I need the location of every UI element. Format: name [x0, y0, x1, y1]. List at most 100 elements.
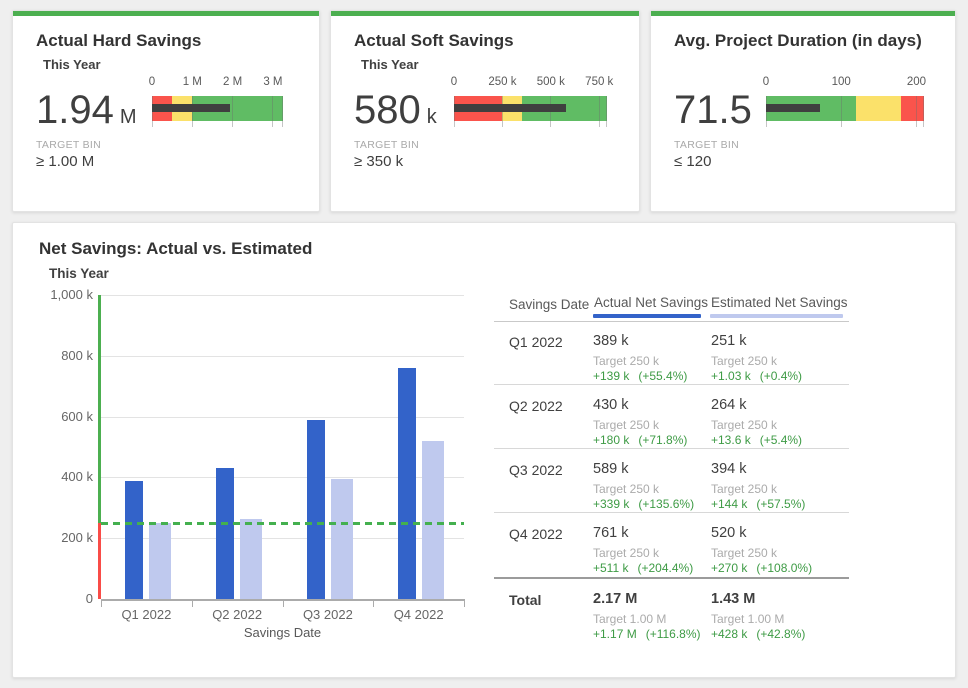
bullet-axis-labels: 0 100 200 [766, 76, 924, 90]
delta-percent: (+135.6%) [638, 497, 694, 511]
bullet-axis-tick-label: 2 M [223, 76, 242, 88]
y-axis-above-target-segment [98, 295, 101, 523]
value: 1.43 M [711, 591, 755, 607]
kpi-value-suffix: k [427, 106, 437, 129]
value: 394 k [711, 461, 746, 477]
kpi-card-subtitle: This Year [361, 57, 419, 72]
actual-cell: 430 kTarget 250 k+180 k(+71.8%) [593, 385, 711, 449]
bullet-axis-tick-label: 0 [763, 76, 769, 88]
value: 589 k [593, 461, 628, 477]
bullet-measure-bar [454, 104, 566, 112]
value: 389 k [593, 333, 628, 349]
x-axis-tick [283, 599, 284, 607]
actual-cell: 589 k Target 250 k+339 k(+135.6%) [593, 449, 711, 513]
delta-percent: (+55.4%) [638, 369, 687, 383]
kpi-value-number: 71.5 [674, 87, 752, 133]
bar-estimated-q3-2022[interactable] [331, 479, 353, 599]
y-axis-label: 0 [23, 591, 93, 606]
row-label: Q4 2022 [509, 526, 563, 542]
bullet-segment-yellow [856, 96, 901, 121]
bar-actual-q4-2022[interactable] [398, 368, 416, 599]
x-axis-category-label: Q2 2022 [192, 607, 282, 622]
target-bin-label: TARGET BIN [354, 139, 419, 151]
delta-percent: (+116.8%) [646, 627, 701, 641]
kpi-card-actual-soft-savings[interactable]: Actual Soft Savings This Year 580 k 0250… [330, 10, 640, 212]
kpi-value: 71.5 [674, 87, 758, 133]
bullet-axis-tick-label: 750 k [585, 76, 613, 88]
column-header-estimated-net-savings[interactable]: Estimated Net Savings [711, 295, 848, 310]
bullet-measure-bar [152, 104, 230, 112]
target-bin-value: ≥ 1.00 M [36, 153, 94, 170]
column-header-savings-date[interactable]: Savings Date [509, 297, 589, 312]
kpi-value-suffix: M [120, 106, 137, 129]
kpi-value-number: 1.94 [36, 87, 114, 133]
target-text: Target 1.00 M [711, 612, 784, 626]
bullet-tick [599, 96, 600, 127]
delta-amount: +270 k [711, 561, 747, 575]
table-row-q2-2022[interactable]: Q2 2022 430 kTarget 250 k+180 k(+71.8%)26… [494, 385, 849, 449]
delta-percent: (+108.0%) [756, 561, 812, 575]
value: 251 k [711, 333, 746, 349]
kpi-card-actual-hard-savings[interactable]: Actual Hard Savings This Year 1.94 M 01 … [12, 10, 320, 212]
target-text: Target 250 k [593, 418, 659, 432]
row-label: Q3 2022 [509, 462, 563, 478]
kpi-card-avg-project-duration[interactable]: Avg. Project Duration (in days) 71.5 010… [650, 10, 956, 212]
bullet-chart: 0 100 200 [766, 76, 924, 134]
bullet-axis-tick-label: 0 [149, 76, 155, 88]
bar-estimated-q1-2022[interactable] [149, 523, 171, 599]
target-text: Target 250 k [593, 482, 659, 496]
bullet-measure-bar [766, 104, 820, 112]
delta-amount: +13.6 k [711, 433, 751, 447]
delta-text: +1.03 k(+0.4%) [711, 369, 802, 383]
delta-text: +511 k(+204.4%) [593, 561, 693, 575]
bar-actual-q3-2022[interactable] [307, 420, 325, 599]
target-bin-label: TARGET BIN [674, 139, 739, 151]
value: 761 k [593, 525, 628, 541]
bar-estimated-q4-2022[interactable] [422, 441, 444, 599]
target-text: Target 250 k [711, 354, 777, 368]
delta-amount: +428 k [711, 627, 747, 641]
target-line [101, 522, 464, 525]
bar-actual-q2-2022[interactable] [216, 468, 234, 599]
delta-percent: (+42.8%) [756, 627, 805, 641]
value: 520 k [711, 525, 746, 541]
table-row-q3-2022[interactable]: Q3 2022 589 k Target 250 k+339 k(+135.6%) 3… [494, 449, 849, 513]
column-header-actual-net-savings[interactable]: Actual Net Savings [594, 295, 708, 310]
delta-percent: (+57.5%) [756, 497, 805, 511]
x-axis-tick [464, 599, 465, 607]
estimated-cell: 1.43 M Target 1.00 M+428 k (+42.8%) [711, 579, 829, 643]
kpi-card-subtitle: This Year [43, 57, 101, 72]
x-axis-title: Savings Date [101, 625, 464, 640]
card-accent-bar [331, 11, 639, 16]
bullet-tick [282, 96, 283, 127]
table-row-q4-2022[interactable]: Q4 2022761 kTarget 250 k+511 k(+204.4%)5… [494, 513, 849, 577]
table-row-q1-2022[interactable]: Q1 2022389 kTarget 250 k+139 k(+55.4%)25… [494, 321, 849, 385]
bullet-chart: 0250 k500 k750 k [454, 76, 607, 134]
row-label: Q2 2022 [509, 398, 563, 414]
target-text: Target 250 k [711, 418, 777, 432]
value: 264 k [711, 397, 746, 413]
estimated-cell: 264 kTarget 250 k+13.6 k(+5.4%) [711, 385, 829, 449]
bullet-axis-tick-label: 1 M [183, 76, 202, 88]
y-axis-label: 200 k [23, 530, 93, 545]
bar-actual-q1-2022[interactable] [125, 481, 143, 599]
bullet-axis-tick-label: 3 M [263, 76, 282, 88]
delta-text: +1.17 M(+116.8%) [593, 627, 701, 641]
x-axis-tick [101, 599, 102, 607]
kpi-value: 1.94 M [36, 87, 137, 133]
bar-estimated-q2-2022[interactable] [240, 519, 262, 599]
x-axis-category-label: Q3 2022 [283, 607, 373, 622]
delta-text: +339 k(+135.6%) [593, 497, 694, 511]
kpi-card-title: Actual Soft Savings [354, 31, 514, 51]
kpi-value: 580 k [354, 87, 437, 133]
bullet-axis-tick-label: 200 [907, 76, 926, 88]
table-row-total[interactable]: Total2.17 MTarget 1.00 M+1.17 M(+116.8%)… [494, 577, 849, 643]
delta-text: +428 k (+42.8%) [711, 627, 805, 641]
y-axis-label: 600 k [23, 409, 93, 424]
bullet-tick [232, 96, 233, 127]
card-accent-bar [13, 11, 319, 16]
delta-text: +180 k(+71.8%) [593, 433, 687, 447]
bullet-axis-tick-label: 100 [832, 76, 851, 88]
delta-percent: (+71.8%) [638, 433, 687, 447]
card-accent-bar [651, 11, 955, 16]
